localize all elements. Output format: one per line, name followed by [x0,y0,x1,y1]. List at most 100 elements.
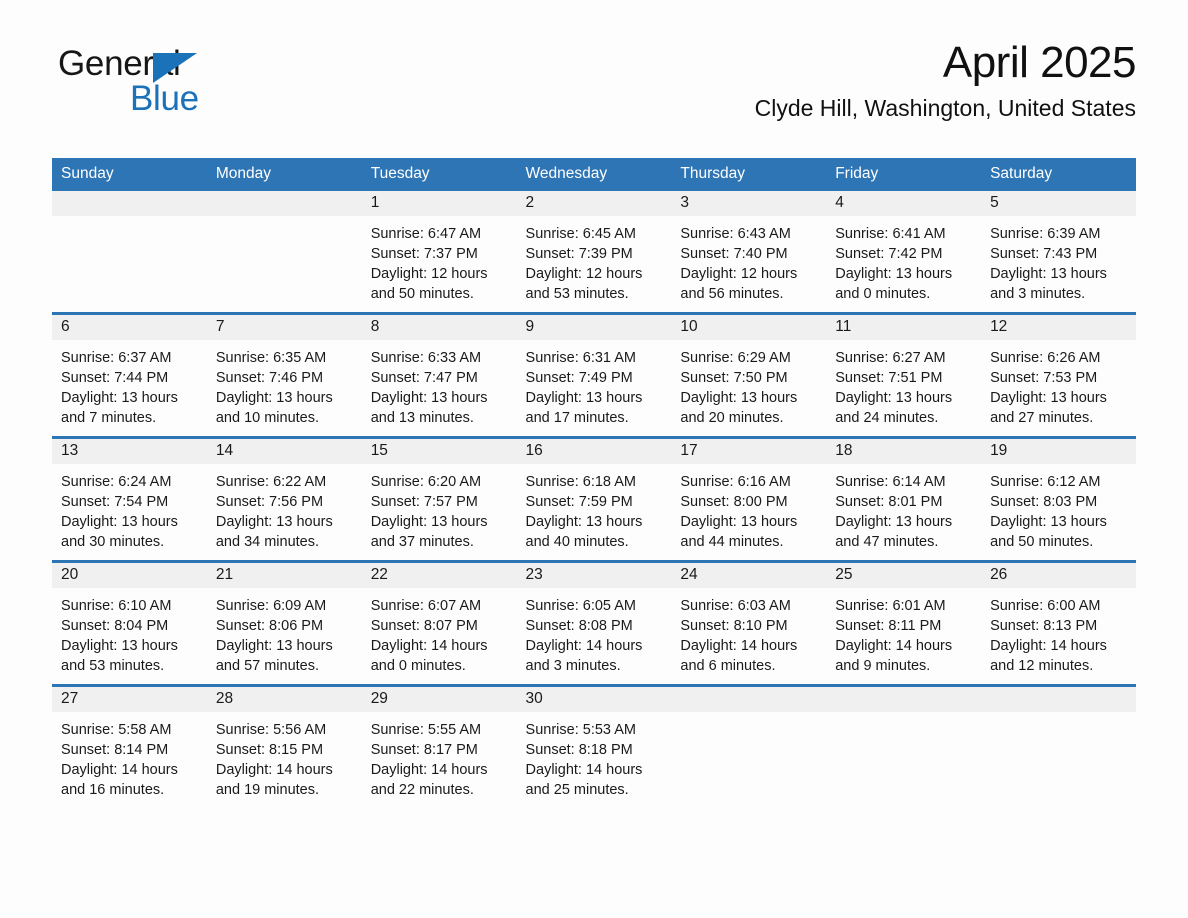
day-number: 15 [361,439,517,464]
calendar-day-cell[interactable]: 2 Sunrise: 6:45 AM Sunset: 7:39 PM Daylight… [516,191,672,314]
day-detail-line: Sunset: 7:44 PM [61,370,169,386]
day-detail-line: and 25 minutes. [525,782,629,798]
day-detail-line: and 34 minutes. [215,534,320,550]
calendar-day-cell[interactable]: 29 Sunrise: 5:55 AM Sunset: 8:17 PM Dayligh… [361,684,517,808]
calendar-day-cell-empty [826,684,982,808]
calendar-day-cell[interactable]: 30 Sunrise: 5:53 AM Sunset: 8:18 PM Dayligh… [516,684,672,808]
calendar-day-cell[interactable]: 21 Sunrise: 6:09 AM Sunset: 8:06 PM Dayligh… [206,560,362,686]
calendar-header-row: Sunday Monday Tuesday Wednesday Thursday Frid… [52,158,1136,191]
calendar-day-cell[interactable]: 4 Sunrise: 6:41 AM Sunset: 7:42 PM Daylight… [826,191,982,314]
day-detail-line: Sunset: 7:42 PM [835,246,943,262]
day-detail-line: and 37 minutes. [370,534,474,550]
calendar-day-cell[interactable]: 8 Sunrise: 6:33 AM Sunset: 7:47 PM Daylight… [361,312,517,438]
day-number [826,687,982,712]
day-detail-line: Sunrise: 6:39 AM [990,226,1101,242]
day-detail-line: and 3 minutes. [990,286,1086,302]
day-number: 9 [516,315,672,340]
day-detail-line: Daylight: 13 hours [61,514,178,530]
day-detail-line: Daylight: 13 hours [990,390,1107,406]
day-detail-line: and 17 minutes. [525,410,629,426]
day-detail-line: Sunset: 7:47 PM [370,370,478,386]
day-details: Sunrise: 6:03 AM Sunset: 8:10 PM Daylight:… [671,588,826,684]
calendar-day-cell[interactable]: 13 Sunrise: 6:24 AM Sunset: 7:54 PM Dayligh… [52,436,207,562]
day-detail-line: Daylight: 13 hours [835,514,953,530]
calendar-day-cell[interactable]: 3 Sunrise: 6:43 AM Sunset: 7:40 PM Daylight… [671,191,827,314]
day-number: 7 [206,315,362,340]
day-detail-line: and 20 minutes. [680,410,784,426]
calendar-day-cell[interactable]: 1 Sunrise: 6:47 AM Sunset: 7:37 PM Daylight… [361,191,517,314]
calendar-day-cell[interactable]: 25 Sunrise: 6:01 AM Sunset: 8:11 PM Dayligh… [826,560,982,686]
day-number: 8 [361,315,517,340]
day-detail-line: Sunrise: 5:53 AM [525,722,636,738]
day-detail-line: and 16 minutes. [61,782,165,798]
day-detail-line: Sunrise: 6:26 AM [990,350,1101,366]
day-details: Sunrise: 6:27 AM Sunset: 7:51 PM Daylight:… [826,340,981,436]
page-header: General Blue April 2025 Clyde Hill, Wash… [0,0,1188,121]
calendar-day-cell-empty [981,684,1136,808]
day-detail-line: Daylight: 14 hours [215,762,333,778]
day-details: Sunrise: 6:00 AM Sunset: 8:13 PM Daylight:… [981,588,1136,684]
day-detail-line: and 50 minutes. [990,534,1094,550]
day-number: 21 [206,563,362,588]
day-detail-line: Sunrise: 6:10 AM [61,598,172,614]
day-detail-line: and 30 minutes. [61,534,165,550]
calendar-day-cell-empty [52,191,207,314]
calendar-day-cell[interactable]: 17 Sunrise: 6:16 AM Sunset: 8:00 PM Dayligh… [671,436,827,562]
weekday-header-tuesday: Tuesday [361,158,517,191]
calendar-day-cell[interactable]: 14 Sunrise: 6:22 AM Sunset: 7:56 PM Dayligh… [206,436,362,562]
day-details: Sunrise: 6:22 AM Sunset: 7:56 PM Daylight:… [207,464,362,560]
calendar-day-cell[interactable]: 24 Sunrise: 6:03 AM Sunset: 8:10 PM Dayligh… [671,560,827,686]
calendar-day-cell[interactable]: 12 Sunrise: 6:26 AM Sunset: 7:53 PM Dayligh… [981,312,1136,438]
day-detail-line: Sunset: 8:18 PM [525,742,633,758]
day-detail-line: Daylight: 14 hours [835,638,953,654]
calendar-day-cell[interactable]: 5 Sunrise: 6:39 AM Sunset: 7:43 PM Daylight… [981,191,1136,314]
calendar-day-cell[interactable]: 9 Sunrise: 6:31 AM Sunset: 7:49 PM Daylight… [516,312,672,438]
day-number: 12 [981,315,1136,340]
calendar-day-cell[interactable]: 26 Sunrise: 6:00 AM Sunset: 8:13 PM Dayligh… [981,560,1136,686]
day-details [207,216,362,312]
day-number: 29 [361,687,517,712]
day-number: 19 [981,439,1136,464]
day-detail-line: Sunrise: 6:09 AM [215,598,327,614]
day-detail-line: Sunset: 8:15 PM [215,742,324,758]
day-details: Sunrise: 6:31 AM Sunset: 7:49 PM Daylight:… [517,340,672,436]
calendar-day-cell[interactable]: 11 Sunrise: 6:27 AM Sunset: 7:51 PM Dayligh… [826,312,982,438]
calendar-day-cell[interactable]: 22 Sunrise: 6:07 AM Sunset: 8:07 PM Dayligh… [361,560,517,686]
day-number: 25 [826,563,982,588]
day-detail-line: Sunset: 7:39 PM [525,246,633,262]
calendar-day-cell[interactable]: 20 Sunrise: 6:10 AM Sunset: 8:04 PM Dayligh… [52,560,207,686]
day-details: Sunrise: 6:45 AM Sunset: 7:39 PM Daylight:… [517,216,672,312]
day-number: 27 [52,687,207,712]
calendar-day-cell[interactable]: 7 Sunrise: 6:35 AM Sunset: 7:46 PM Daylight… [206,312,362,438]
day-detail-line: Sunrise: 6:35 AM [215,350,327,366]
weekday-header-saturday: Saturday [981,158,1136,191]
day-detail-line: Sunrise: 6:43 AM [680,226,791,242]
calendar-day-cell[interactable]: 18 Sunrise: 6:14 AM Sunset: 8:01 PM Dayligh… [826,436,982,562]
day-number: 18 [826,439,982,464]
day-number [52,191,207,216]
calendar-day-cell[interactable]: 23 Sunrise: 6:05 AM Sunset: 8:08 PM Dayligh… [516,560,672,686]
general-blue-logo: General Blue [58,46,298,120]
day-detail-line: Sunrise: 6:47 AM [370,226,482,242]
calendar-day-cell[interactable]: 27 Sunrise: 5:58 AM Sunset: 8:14 PM Dayligh… [52,684,207,808]
calendar-day-cell[interactable]: 16 Sunrise: 6:18 AM Sunset: 7:59 PM Dayligh… [516,436,672,562]
day-details: Sunrise: 6:20 AM Sunset: 7:57 PM Daylight:… [362,464,517,560]
day-details: Sunrise: 6:14 AM Sunset: 8:01 PM Daylight:… [826,464,981,560]
day-detail-line: Daylight: 13 hours [680,514,798,530]
calendar-day-cell[interactable]: 6 Sunrise: 6:37 AM Sunset: 7:44 PM Daylight… [52,312,207,438]
day-detail-line: Sunset: 8:06 PM [215,618,324,634]
calendar-day-cell[interactable]: 28 Sunrise: 5:56 AM Sunset: 8:15 PM Dayligh… [206,684,362,808]
day-number: 20 [52,563,207,588]
day-details: Sunrise: 6:07 AM Sunset: 8:07 PM Daylight:… [362,588,517,684]
day-details: Sunrise: 6:39 AM Sunset: 7:43 PM Daylight:… [981,216,1136,312]
calendar-day-cell[interactable]: 10 Sunrise: 6:29 AM Sunset: 7:50 PM Dayligh… [671,312,827,438]
day-detail-line: Sunrise: 6:18 AM [525,474,636,490]
day-detail-line: Sunset: 7:46 PM [215,370,324,386]
day-number: 30 [516,687,672,712]
calendar-week-row: 6 Sunrise: 6:37 AM Sunset: 7:44 PM Daylight… [52,312,1136,438]
day-details: Sunrise: 6:16 AM Sunset: 8:00 PM Daylight:… [671,464,826,560]
day-number: 1 [361,191,517,216]
calendar-day-cell[interactable]: 15 Sunrise: 6:20 AM Sunset: 7:57 PM Dayligh… [361,436,517,562]
calendar-day-cell[interactable]: 19 Sunrise: 6:12 AM Sunset: 8:03 PM Dayligh… [981,436,1136,562]
day-detail-line: Sunset: 7:57 PM [370,494,478,510]
